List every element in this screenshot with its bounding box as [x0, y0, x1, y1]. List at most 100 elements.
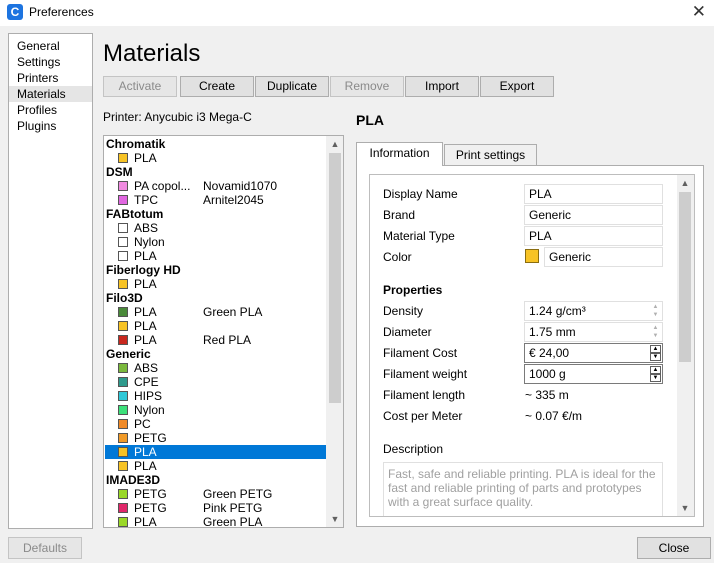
material-list-item[interactable]: PLA: [105, 151, 327, 165]
density-field[interactable]: 1.24 g/cm³ ▲ ▼: [524, 301, 663, 321]
material-list-item[interactable]: PLA: [105, 249, 327, 263]
color-swatch: [118, 503, 128, 513]
material-list-item[interactable]: Nylon: [105, 235, 327, 249]
import-button[interactable]: Import: [405, 76, 479, 97]
nav-item-general[interactable]: General: [9, 38, 92, 54]
color-swatch: [118, 517, 128, 527]
scroll-up-icon[interactable]: ▲: [327, 136, 343, 152]
brand-field[interactable]: Generic: [524, 205, 663, 225]
diameter-spinner[interactable]: ▲ ▼: [650, 324, 661, 340]
material-type: PLA: [134, 249, 157, 263]
color-swatch: [118, 489, 128, 499]
app-icon: C: [7, 4, 23, 20]
scroll-thumb[interactable]: [329, 153, 341, 403]
export-button[interactable]: Export: [480, 76, 554, 97]
information-scrollbar[interactable]: ▲ ▼: [677, 175, 694, 516]
material-type: PLA: [134, 277, 157, 291]
color-swatch: [118, 321, 128, 331]
diameter-value: 1.75 mm: [529, 325, 576, 339]
color-swatch: [118, 405, 128, 415]
density-value: 1.24 g/cm³: [529, 304, 586, 318]
material-detail-title: PLA: [356, 112, 384, 128]
material-type: Nylon: [134, 403, 165, 417]
material-type: Nylon: [134, 235, 165, 249]
material-list-item[interactable]: PA copol... Novamid1070: [105, 179, 327, 193]
brand-header: Generic: [106, 347, 151, 361]
activate-button[interactable]: Activate: [103, 76, 177, 97]
color-swatch: [118, 391, 128, 401]
cost-per-meter-value: ~ 0.07 €/m: [525, 409, 583, 423]
scroll-up-icon[interactable]: ▲: [677, 175, 693, 191]
printer-label: Printer: Anycubic i3 Mega-C: [103, 110, 252, 124]
display-name-field[interactable]: PLA: [524, 184, 663, 204]
filament-weight-value: 1000 g: [529, 367, 566, 381]
material-type-field[interactable]: PLA: [524, 226, 663, 246]
color-swatch: [118, 251, 128, 261]
material-list-item[interactable]: PLA: [105, 277, 327, 291]
window-title: Preferences: [29, 5, 94, 19]
material-list-item[interactable]: Nylon: [105, 403, 327, 417]
diameter-field[interactable]: 1.75 mm ▲ ▼: [524, 322, 663, 342]
filament-weight-field[interactable]: 1000 g ▲ ▼: [524, 364, 663, 384]
material-type: CPE: [134, 375, 159, 389]
material-list-item[interactable]: PLA Red PLA: [105, 333, 327, 347]
material-list-item[interactable]: PLA Green PLA: [105, 305, 327, 319]
material-type: PETG: [134, 501, 167, 515]
nav-item-settings[interactable]: Settings: [9, 54, 92, 70]
color-name-field[interactable]: Generic: [544, 247, 663, 267]
color-swatch: [118, 153, 128, 163]
duplicate-button[interactable]: Duplicate: [255, 76, 329, 97]
description-label: Description: [383, 442, 444, 456]
color-label: Color: [383, 250, 412, 264]
filament-weight-spinner[interactable]: ▲ ▼: [650, 366, 661, 382]
material-name: Pink PETG: [203, 501, 263, 515]
close-button[interactable]: Close: [637, 537, 711, 559]
material-list-item[interactable]: PETG Pink PETG: [105, 501, 327, 515]
material-list-item[interactable]: PETG Green PETG: [105, 487, 327, 501]
page-title: Materials: [103, 40, 201, 67]
material-list-item[interactable]: ABS: [105, 361, 327, 375]
material-type: PETG: [134, 431, 167, 445]
scroll-down-icon[interactable]: ▼: [327, 511, 343, 527]
brand-header: Fiberlogy HD: [106, 263, 181, 277]
nav-item-plugins[interactable]: Plugins: [9, 118, 92, 134]
material-list-item[interactable]: ABS: [105, 221, 327, 235]
color-swatch[interactable]: [525, 249, 539, 263]
scroll-down-icon[interactable]: ▼: [677, 500, 693, 516]
remove-button[interactable]: Remove: [330, 76, 404, 97]
material-type: PLA: [134, 515, 157, 528]
material-list-item[interactable]: PLA: [105, 459, 327, 473]
material-list-item[interactable]: PLA: [105, 445, 327, 459]
nav-item-printers[interactable]: Printers: [9, 70, 92, 86]
description-field[interactable]: Fast, safe and reliable printing. PLA is…: [383, 462, 663, 516]
close-icon[interactable]: ✕: [692, 2, 706, 22]
scroll-thumb[interactable]: [679, 192, 691, 362]
create-button[interactable]: Create: [180, 76, 254, 97]
material-list-scrollbar[interactable]: ▲ ▼: [326, 136, 343, 527]
tab-print-settings[interactable]: Print settings: [444, 144, 537, 166]
material-type: PETG: [134, 487, 167, 501]
filament-cost-spinner[interactable]: ▲ ▼: [650, 345, 661, 361]
material-list-item[interactable]: HIPS: [105, 389, 327, 403]
color-swatch: [118, 447, 128, 457]
material-list-item[interactable]: TPC Arnitel2045: [105, 193, 327, 207]
material-name: Arnitel2045: [203, 193, 264, 207]
material-list-item[interactable]: CPE: [105, 375, 327, 389]
nav-item-profiles[interactable]: Profiles: [9, 102, 92, 118]
material-name: Green PETG: [203, 487, 273, 501]
tab-information[interactable]: Information: [356, 142, 443, 166]
material-type: PLA: [134, 151, 157, 165]
title-bar: C Preferences ✕: [0, 0, 714, 26]
filament-length-value: ~ 335 m: [525, 388, 569, 402]
material-list-item[interactable]: PLA Green PLA: [105, 515, 327, 528]
material-type: PLA: [134, 333, 157, 347]
color-swatch: [118, 237, 128, 247]
color-swatch: [118, 363, 128, 373]
nav-item-materials[interactable]: Materials: [9, 86, 92, 102]
defaults-button[interactable]: Defaults: [8, 537, 82, 559]
material-list-item[interactable]: PETG: [105, 431, 327, 445]
filament-cost-field[interactable]: € 24,00 ▲ ▼: [524, 343, 663, 363]
density-spinner[interactable]: ▲ ▼: [650, 303, 661, 319]
material-list-item[interactable]: PLA: [105, 319, 327, 333]
material-list-item[interactable]: PC: [105, 417, 327, 431]
